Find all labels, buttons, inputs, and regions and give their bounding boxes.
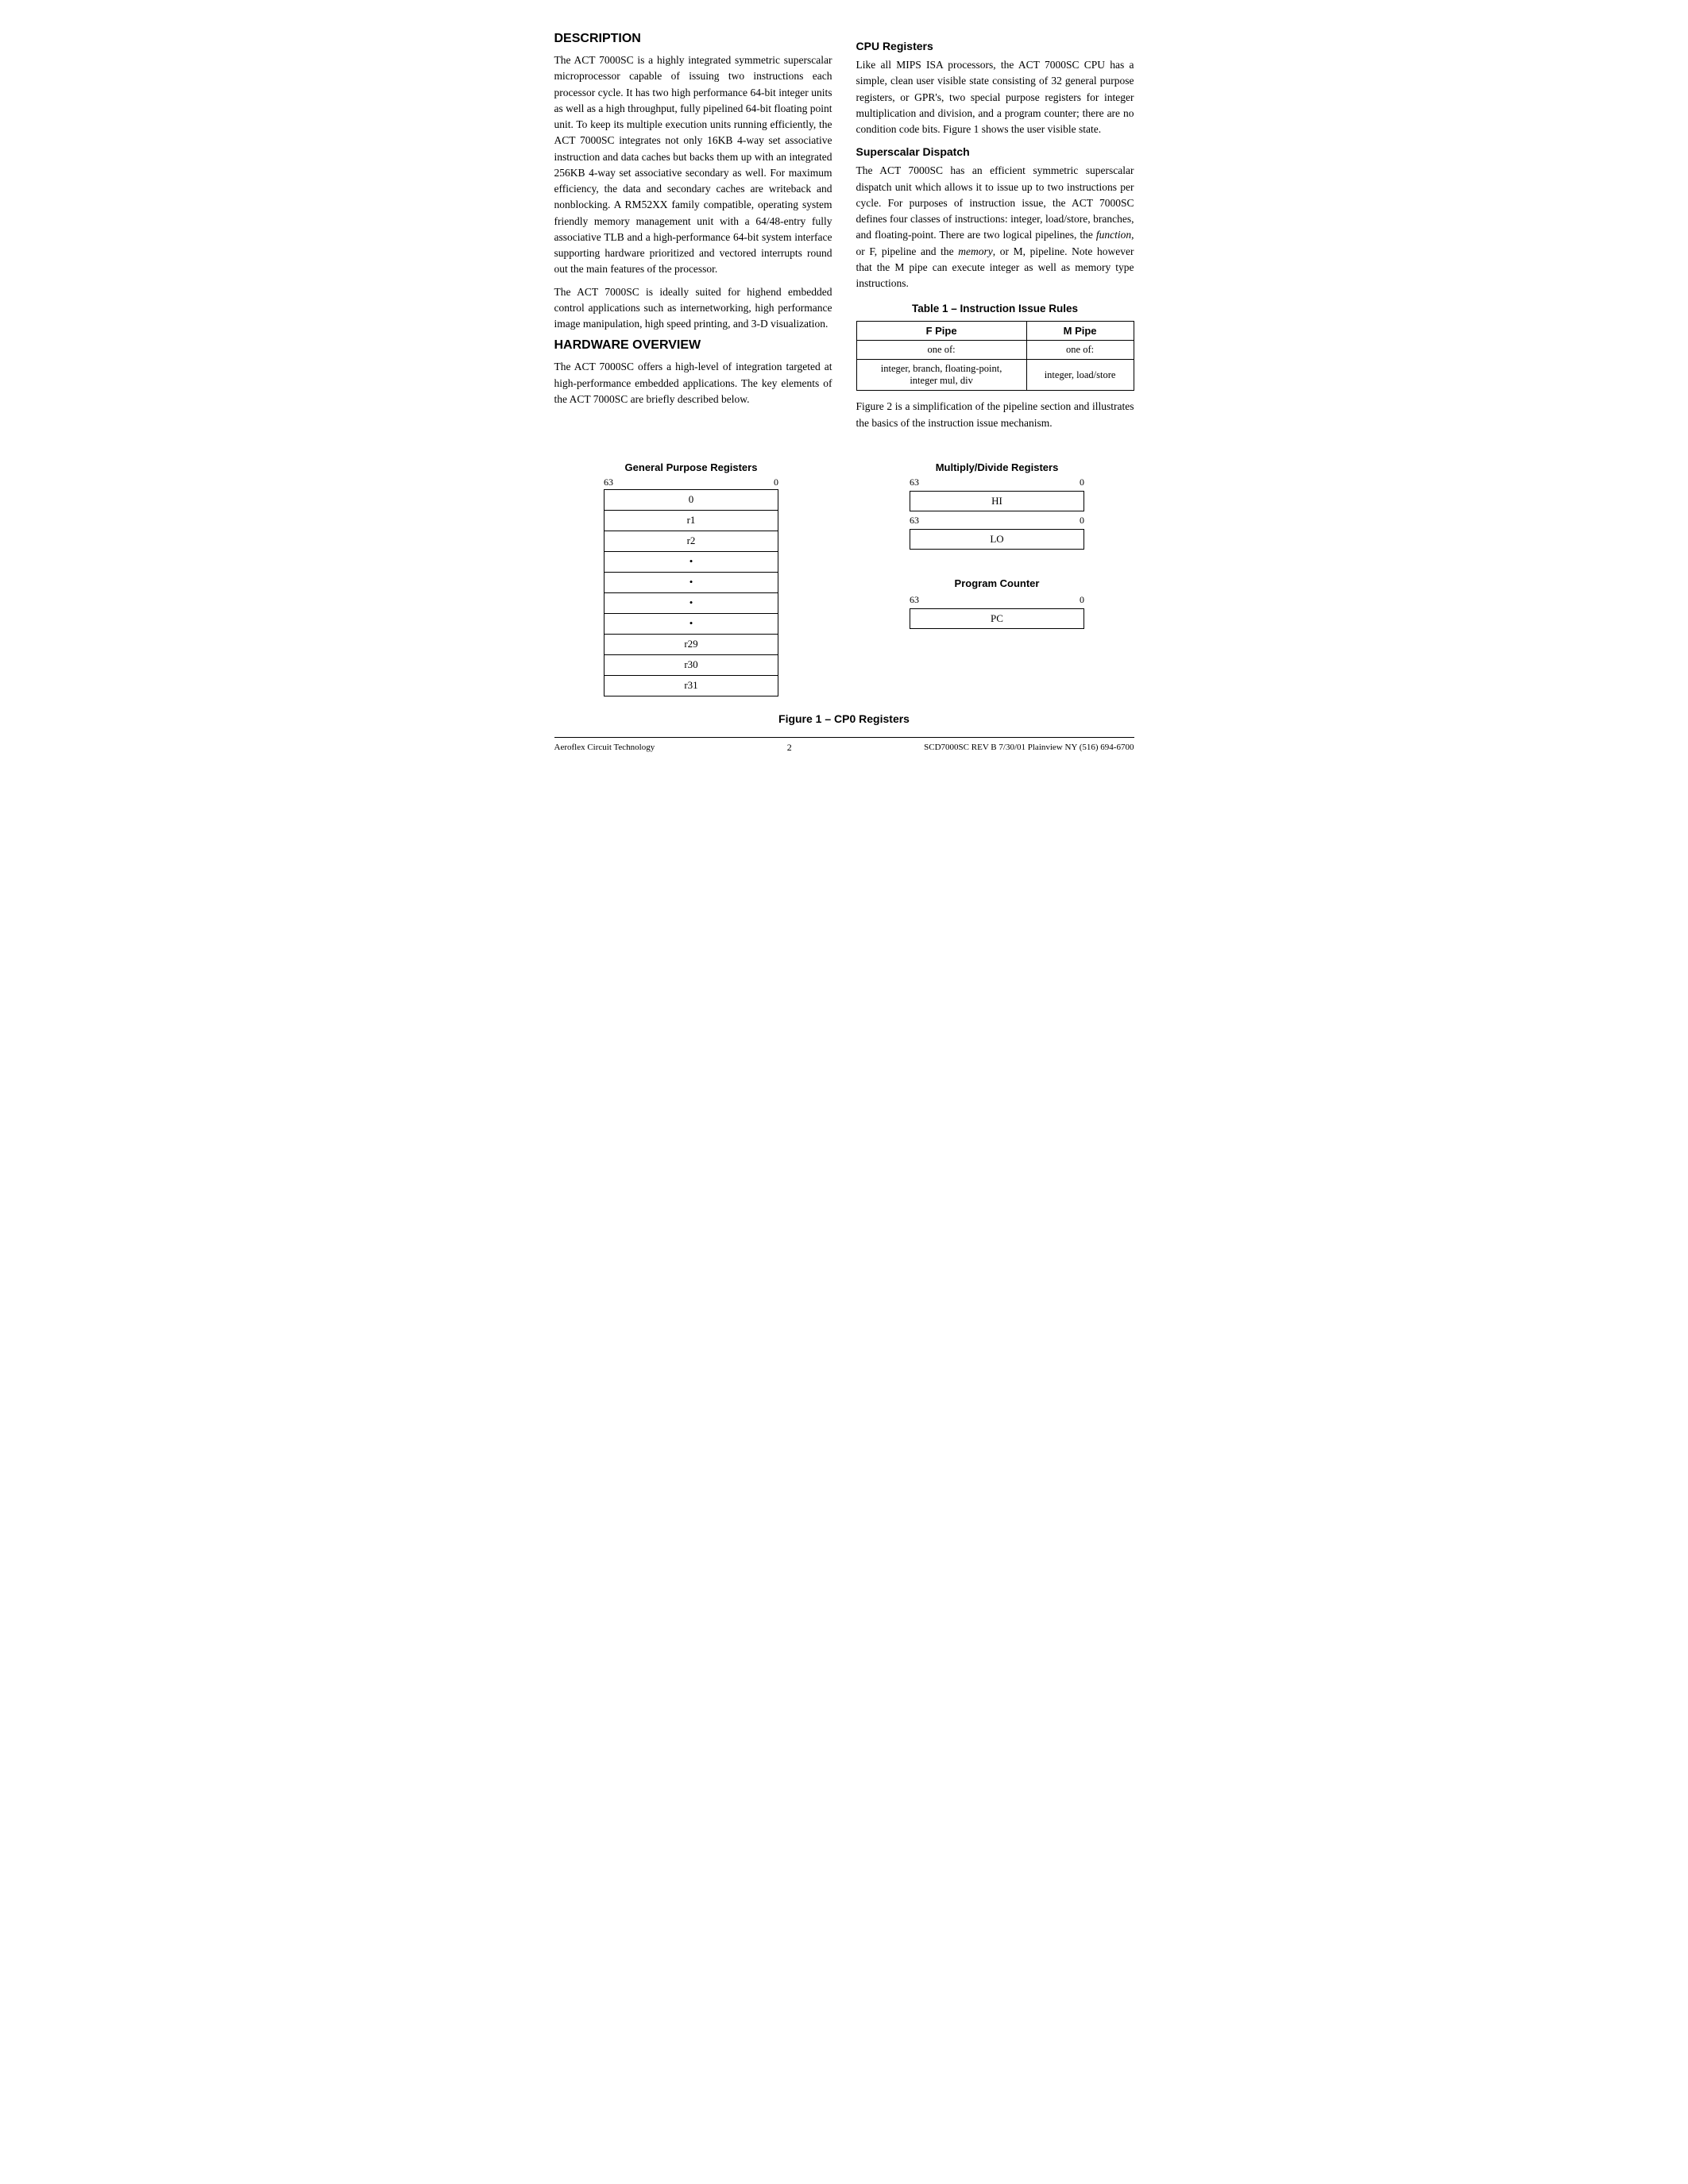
table-title: Table 1 – Instruction Issue Rules [856,303,1134,314]
multiply-label: Multiply/Divide Registers [936,461,1059,473]
hardware-overview-para: The ACT 7000SC offers a high-level of in… [554,359,832,407]
diagrams-section: General Purpose Registers 63 0 0 r1 r2 •… [554,461,1134,696]
figure-caption: Figure 1 – CP0 Registers [554,712,1134,725]
table-header-mpipe: M Pipe [1026,322,1134,341]
gpr-row-7: r29 [605,634,778,654]
lo-register-block: 63 0 LO [910,515,1084,550]
pc-register-block: 63 0 PC [910,594,1084,629]
gpr-row-2: r2 [605,531,778,551]
pc-bit-high: 63 [910,594,919,606]
gpr-cell-5: • [605,592,778,613]
pc-register-label: PC [991,612,1003,625]
gpr-cell-9: r31 [605,675,778,696]
table-row-2: integer, branch, floating-point,integer … [856,360,1134,391]
gpr-cell-3: • [605,551,778,572]
main-content: DESCRIPTION The ACT 7000SC is a highly i… [554,32,1134,438]
pc-label: Program Counter [955,577,1040,589]
gpr-cell-4: • [605,572,778,592]
gpr-header-row: 63 0 [604,477,778,488]
lo-register-label: LO [990,533,1003,546]
gpr-diagram: General Purpose Registers 63 0 0 r1 r2 •… [604,461,778,696]
hi-bit-row: 63 0 [910,477,1084,488]
gpr-cell-7: r29 [605,634,778,654]
hi-register-label: HI [991,495,1002,507]
gpr-cell-8: r30 [605,654,778,675]
lo-bit-low: 0 [1080,515,1084,527]
pc-register-box: PC [910,608,1084,629]
cpu-registers-title: CPU Registers [856,40,1134,52]
gpr-row-3: • [605,551,778,572]
cpu-registers-para: Like all MIPS ISA processors, the ACT 70… [856,57,1134,137]
table-cell-mpipe-row2: integer, load/store [1026,360,1134,391]
hi-bit-low: 0 [1080,477,1084,488]
footer-company: Aeroflex Circuit Technology [554,743,655,752]
hi-register-block: 63 0 HI [910,477,1084,511]
footer: Aeroflex Circuit Technology 2 SCD7000SC … [554,737,1134,754]
lo-bit-row: 63 0 [910,515,1084,527]
gpr-row-4: • [605,572,778,592]
pc-bit-row: 63 0 [910,594,1084,606]
page: DESCRIPTION The ACT 7000SC is a highly i… [554,32,1134,754]
pc-bit-low: 0 [1080,594,1084,606]
table-row-1: one of: one of: [856,341,1134,360]
right-column: CPU Registers Like all MIPS ISA processo… [856,32,1134,438]
table-cell-fpipe-row1: one of: [856,341,1026,360]
hardware-overview-title: HARDWARE OVERVIEW [554,338,832,353]
footer-page-number: 2 [787,742,792,754]
footer-doc-info: SCD7000SC REV B 7/30/01 Plainview NY (51… [924,743,1134,752]
hi-bit-high: 63 [910,477,919,488]
program-counter-diagram: Program Counter 63 0 PC [910,577,1084,629]
left-column: DESCRIPTION The ACT 7000SC is a highly i… [554,32,832,438]
table-cell-mpipe-row1: one of: [1026,341,1134,360]
right-diagrams: Multiply/Divide Registers 63 0 HI 63 0 [910,461,1084,696]
gpr-row-0: 0 [605,489,778,510]
gpr-cell-0: 0 [605,489,778,510]
gpr-table: 0 r1 r2 • • • • r29 r30 r31 [604,489,778,696]
gpr-bit-high: 63 [604,477,613,488]
hi-register-box: HI [910,491,1084,511]
lo-bit-high: 63 [910,515,919,527]
gpr-row-9: r31 [605,675,778,696]
table-cell-fpipe-row2: integer, branch, floating-point,integer … [856,360,1026,391]
gpr-cell-2: r2 [605,531,778,551]
gpr-cell-1: r1 [605,510,778,531]
description-para2: The ACT 7000SC is ideally suited for hig… [554,284,832,333]
gpr-cell-6: • [605,613,778,634]
gpr-row-5: • [605,592,778,613]
gpr-row-8: r30 [605,654,778,675]
gpr-label: General Purpose Registers [625,461,758,473]
table-header-fpipe: F Pipe [856,322,1026,341]
figure2-para: Figure 2 is a simplification of the pipe… [856,399,1134,431]
superscalar-dispatch-para: The ACT 7000SC has an efficient symmetri… [856,163,1134,291]
gpr-row-1: r1 [605,510,778,531]
lo-register-box: LO [910,529,1084,550]
gpr-bit-low: 0 [774,477,778,488]
description-title: DESCRIPTION [554,32,832,46]
superscalar-dispatch-title: Superscalar Dispatch [856,145,1134,158]
description-para1: The ACT 7000SC is a highly integrated sy… [554,52,832,278]
multiply-divide-diagram: Multiply/Divide Registers 63 0 HI 63 0 [910,461,1084,550]
gpr-row-6: • [605,613,778,634]
instruction-issue-table: F Pipe M Pipe one of: one of: integer, b… [856,321,1134,391]
